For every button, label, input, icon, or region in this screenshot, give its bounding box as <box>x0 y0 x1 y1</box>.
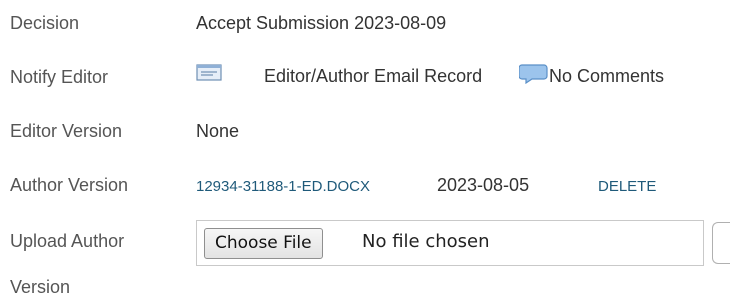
envelope-icon[interactable] <box>196 64 222 82</box>
decision-value: Accept Submission 2023-08-09 <box>196 13 447 33</box>
file-input[interactable]: Choose File No file chosen <box>196 220 704 266</box>
notify-editor-label: Notify Editor <box>10 67 109 87</box>
no-comments-link[interactable]: No Comments <box>549 66 664 87</box>
editor-version-label: Editor Version <box>10 121 123 141</box>
email-record-link[interactable]: Editor/Author Email Record <box>264 66 482 87</box>
author-version-label: Author Version <box>10 175 129 195</box>
author-file-link[interactable]: 12934-31188-1-ED.DOCX <box>196 178 370 195</box>
author-version-date: 2023-08-05 <box>437 175 530 195</box>
choose-file-button[interactable]: Choose File <box>204 228 323 259</box>
speech-bubble-icon[interactable] <box>518 62 549 85</box>
editor-version-value: None <box>196 121 240 141</box>
decision-label: Decision <box>10 13 80 33</box>
no-file-chosen-text: No file chosen <box>362 231 490 252</box>
upload-button[interactable] <box>712 222 730 264</box>
delete-link[interactable]: DELETE <box>598 178 656 195</box>
upload-author-version-label-line1: Upload Author <box>10 231 125 251</box>
